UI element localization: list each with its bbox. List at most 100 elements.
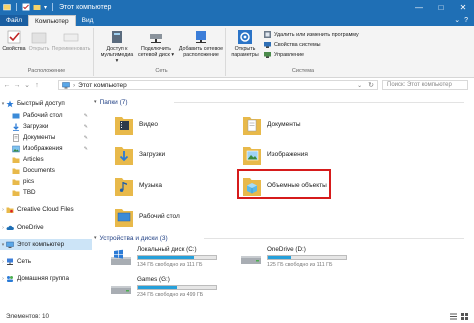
tab-view[interactable]: Вид [76, 15, 100, 26]
close-button[interactable]: ✕ [452, 0, 474, 14]
pictures-folder-icon [12, 145, 20, 152]
status-bar: Элементов: 10 [0, 310, 474, 323]
new-folder-icon[interactable] [33, 3, 41, 11]
nav-item-downloads[interactable]: Загрузки ✎ [0, 121, 92, 132]
nav-item-articles[interactable]: Articles [0, 154, 92, 165]
folders-section-header[interactable]: ▾ Папки (7) [94, 97, 464, 107]
drive-usage-fill [268, 256, 292, 259]
folder-videos[interactable]: Видео [114, 110, 234, 138]
refresh-icon[interactable]: ↻ [368, 81, 377, 89]
nav-label: Загрузки [23, 123, 49, 130]
large-icons-view-icon[interactable] [461, 313, 468, 320]
map-network-drive-button[interactable]: Подключить сетевой диск ▾ [136, 30, 176, 58]
ribbon-tabs: Файл Компьютер Вид ⌄ ? [0, 14, 474, 26]
address-dropdown-icon[interactable]: ⌄ [357, 82, 365, 89]
minimize-button[interactable]: — [408, 0, 430, 14]
open-button[interactable]: Открыть [28, 30, 50, 52]
maximize-button[interactable]: □ [430, 0, 452, 14]
up-button[interactable]: ↑ [32, 82, 42, 89]
quick-access-toolbar: ▾ [0, 3, 55, 11]
nav-label: Articles [23, 156, 44, 163]
ribbon-group-location: Свойства Открыть Переименовать Расположе… [0, 28, 94, 76]
drive-g[interactable]: Games (G:) 234 ГБ свободно из 499 ГБ [110, 276, 240, 300]
nav-item-homegroup[interactable]: › Домашняя группа [0, 273, 92, 284]
drive-icon [111, 286, 131, 294]
nav-item-onedrive[interactable]: › OneDrive [0, 222, 92, 233]
help-icon[interactable]: ? [464, 17, 468, 24]
rename-icon [63, 33, 79, 42]
folder-icon [12, 179, 20, 185]
drive-c[interactable]: Локальный диск (C:) 134 ГБ свободно из 1… [110, 246, 240, 270]
explorer-app-icon [3, 4, 11, 11]
folder-downloads[interactable]: Загрузки [114, 140, 234, 168]
documents-folder-icon [13, 133, 19, 142]
ribbon-collapse-icon[interactable]: ⌄ [454, 16, 460, 24]
nav-item-documents[interactable]: Документы ✎ [0, 132, 92, 143]
nav-label: TBD [23, 189, 36, 196]
folder-documents[interactable]: Документы [242, 110, 362, 138]
recent-locations-button[interactable]: ⌄ [22, 81, 32, 89]
folder-desktop[interactable]: Рабочий стол [114, 202, 234, 230]
system-properties-button[interactable]: Свойства системы [264, 41, 321, 48]
divider [204, 238, 464, 239]
nav-item-network[interactable]: › Сеть [0, 256, 92, 267]
folder-icon [12, 168, 20, 174]
manage-button[interactable]: Управление [264, 51, 304, 58]
manage-computer-icon [264, 52, 271, 58]
nav-item-desktop[interactable]: Рабочий стол ✎ [0, 110, 92, 121]
forward-button[interactable]: → [12, 82, 22, 89]
nav-item-pics[interactable]: pics [0, 176, 92, 187]
nav-item-quick-access[interactable]: ▾ Быстрый доступ [0, 98, 92, 109]
tab-computer[interactable]: Компьютер [27, 15, 76, 26]
rename-button[interactable]: Переименовать [50, 30, 92, 52]
tab-file[interactable]: Файл [0, 15, 28, 26]
title-bar: ▾ Этот компьютер — □ ✕ [0, 0, 474, 14]
system-group-label: Система [291, 68, 315, 74]
nav-label: Creative Cloud Files [17, 206, 74, 213]
desktop-folder-icon [12, 113, 20, 118]
computer-icon [6, 241, 14, 248]
window-controls: — □ ✕ [408, 0, 474, 14]
breadcrumb-this-pc[interactable]: Этот компьютер [78, 82, 127, 89]
nav-label: Документы [23, 134, 56, 141]
back-button[interactable]: ← [2, 82, 12, 89]
add-network-location-button[interactable]: Добавить сетевое расположение [178, 30, 224, 58]
drive-label: Games (G:) [137, 276, 170, 283]
star-icon [6, 100, 14, 107]
downloads-folder-icon [13, 123, 19, 131]
breadcrumb-separator: › [73, 81, 76, 89]
properties-button[interactable]: Свойства [2, 30, 26, 52]
rename-label: Переименовать [51, 46, 91, 52]
open-settings-button[interactable]: Открыть параметры [230, 30, 260, 58]
folders-header-label: Папки (7) [99, 98, 128, 106]
nav-item-documents-folder[interactable]: Documents [0, 165, 92, 176]
ribbon: Свойства Открыть Переименовать Расположе… [0, 26, 474, 78]
address-bar[interactable]: › Этот компьютер ⌄ ↻ [58, 80, 378, 90]
nav-item-pictures[interactable]: Изображения ✎ [0, 143, 92, 154]
network-drive-icon [150, 34, 162, 43]
drive-usage-bar [137, 285, 217, 290]
system-properties-label: Свойства системы [274, 41, 321, 48]
nav-item-creative-cloud[interactable]: › Creative Cloud Files [0, 204, 92, 215]
nav-label: pics [23, 178, 35, 185]
media-access-label: Доступ к мультимедиа ▾ [100, 46, 134, 64]
uninstall-program-label: Удалить или изменить программу [274, 31, 359, 38]
search-input[interactable]: Поиск: Этот компьютер [382, 80, 468, 90]
checkmark-properties-icon[interactable] [22, 3, 30, 11]
folder-music[interactable]: Музыка [114, 171, 234, 199]
uninstall-program-button[interactable]: Удалить или изменить программу [264, 31, 359, 38]
drive-d[interactable]: OneDrive (D:) 125 ГБ свободно из 111 ГБ [240, 246, 370, 270]
media-access-button[interactable]: Доступ к мультимедиа ▾ [100, 30, 134, 64]
details-view-icon[interactable] [450, 313, 457, 320]
window-title: Этот компьютер [59, 3, 112, 11]
nav-label: Изображения [23, 145, 63, 152]
folder-pictures[interactable]: Изображения [242, 140, 362, 168]
folder-icon [12, 157, 20, 163]
nav-label: Этот компьютер [17, 241, 65, 248]
nav-label: Быстрый доступ [17, 100, 65, 107]
nav-item-this-pc[interactable]: ▾ Этот компьютер [0, 239, 92, 250]
quick-access-dropdown-icon[interactable]: ▾ [44, 4, 47, 11]
nav-item-tbd[interactable]: TBD [0, 187, 92, 198]
devices-section-header[interactable]: ▾ Устройства и диски (3) [94, 233, 464, 243]
ribbon-group-network: Доступ к мультимедиа ▾ Подключить сетево… [98, 28, 226, 76]
